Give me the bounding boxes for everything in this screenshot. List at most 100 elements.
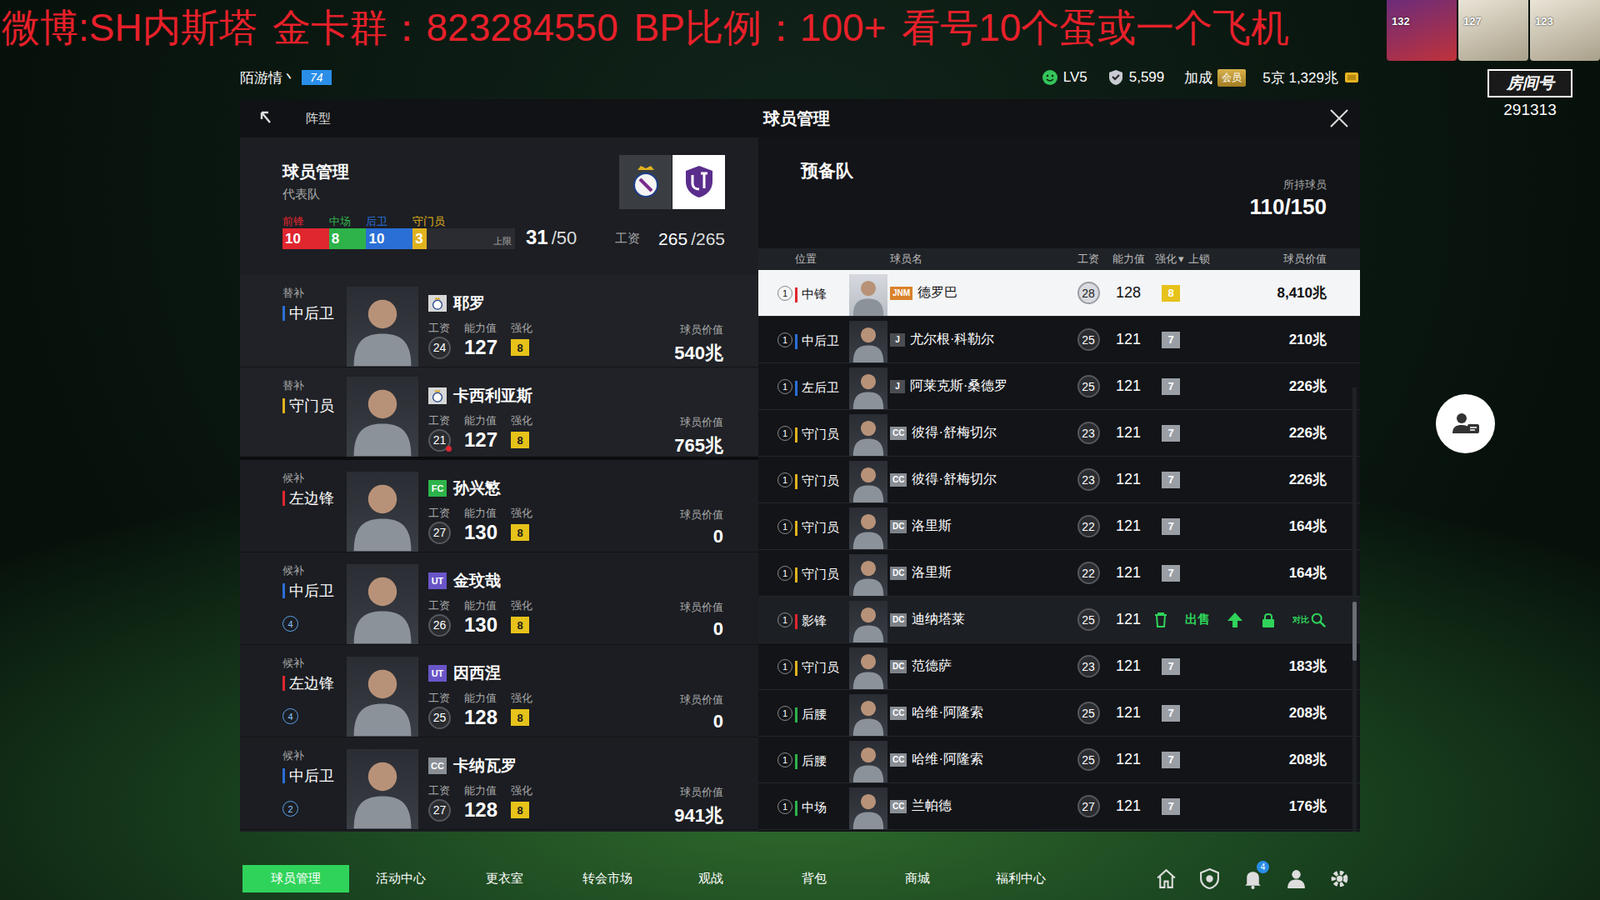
reserve-row[interactable]: 1后腰CC哈维·阿隆索251217208兆 bbox=[758, 736, 1360, 784]
bottom-nav: 球员管理活动中心更衣室转会市场观战背包商城福利中心4 bbox=[242, 865, 1351, 893]
enhance-label: 强化 bbox=[510, 320, 533, 336]
reserve-row[interactable]: 1守门员CC彼得·舒梅切尔231217226兆 bbox=[758, 456, 1360, 504]
player-value: 0 bbox=[680, 618, 724, 640]
wage: 25 bbox=[1077, 328, 1100, 351]
position: 左边锋 bbox=[289, 488, 335, 509]
player-photo bbox=[346, 656, 419, 737]
compare-label: 对比 bbox=[1292, 614, 1310, 626]
season-badge: FC bbox=[428, 480, 447, 497]
nav-tab[interactable]: 球员管理 bbox=[242, 865, 350, 893]
player-name: 卡纳瓦罗 bbox=[453, 755, 517, 777]
lock-icon[interactable] bbox=[1259, 610, 1278, 630]
role-label: 候补 bbox=[282, 564, 347, 578]
nav-tab[interactable]: 商城 bbox=[865, 865, 970, 893]
season-badge: CC bbox=[428, 757, 447, 775]
scrollbar[interactable] bbox=[1352, 387, 1357, 832]
nav-tab[interactable]: 转会市场 bbox=[555, 865, 660, 893]
team-shield-icon bbox=[682, 163, 716, 200]
reserve-row[interactable]: 1守门员DC洛里斯221217164兆 bbox=[758, 550, 1360, 597]
player-value: 164兆 bbox=[1191, 516, 1327, 536]
back-arrow-icon[interactable] bbox=[256, 109, 275, 128]
nav-tab[interactable]: 福利中心 bbox=[969, 865, 1073, 893]
vip-badge: 会员 bbox=[1217, 69, 1246, 87]
season-badge: CC bbox=[890, 426, 907, 440]
friends-chat-button[interactable] bbox=[1435, 394, 1495, 454]
shield-icon[interactable] bbox=[1198, 867, 1221, 890]
player-value: 226兆 bbox=[1191, 423, 1327, 443]
row-index: 1 bbox=[777, 519, 793, 535]
position-segment: 后卫10 bbox=[365, 215, 413, 250]
player-photo bbox=[849, 787, 888, 830]
wage: 27 bbox=[1077, 795, 1100, 818]
reserve-row[interactable]: 1守门员CC彼得·舒梅切尔231217226兆 bbox=[758, 410, 1360, 457]
reserve-row[interactable]: 1守门员DC洛里斯221217164兆 bbox=[758, 503, 1360, 550]
nav-tab[interactable]: 观战 bbox=[659, 865, 763, 893]
player-photo bbox=[346, 286, 419, 367]
position-segment: 中场8 bbox=[329, 215, 367, 250]
trash-icon[interactable] bbox=[1151, 610, 1170, 630]
position: 左边锋 bbox=[289, 673, 335, 694]
reserve-row[interactable]: 1中后卫J尤尔根·科勒尔251217210兆 bbox=[758, 316, 1360, 364]
formation-tab[interactable]: 阵型 bbox=[240, 109, 759, 128]
lineup-card[interactable]: 候补中后卫2CC卡纳瓦罗工资能力值强化271288球员价值941兆 bbox=[240, 737, 759, 830]
number-badge: 2 bbox=[282, 800, 299, 817]
season-badge: J bbox=[890, 333, 905, 347]
lineup-card[interactable]: 替补守门员卡西利亚斯工资能力值强化211278球员价值765兆 bbox=[240, 367, 759, 460]
segment-count: 10 bbox=[285, 230, 301, 248]
lineup-card[interactable]: 候补中后卫4UT金玟哉工资能力值强化261308球员价值0 bbox=[240, 552, 759, 645]
position: 守门员 bbox=[801, 660, 840, 676]
rating-label: 能力值 bbox=[464, 690, 511, 706]
position-count-bar: 前锋10中场8后卫10守门员3上限 bbox=[282, 215, 515, 250]
lineup-card[interactable]: 候补左边锋4UT因西涅工资能力值强化251288球员价值0 bbox=[240, 645, 759, 738]
nav-tab[interactable]: 背包 bbox=[762, 865, 866, 893]
lineup-card[interactable]: 替补中后卫耶罗工资能力值强化241278球员价值540兆 bbox=[240, 275, 759, 368]
column-header[interactable]: 强化▾ 上锁 bbox=[1155, 251, 1210, 267]
gear-icon[interactable] bbox=[1328, 867, 1351, 890]
wage: 23 bbox=[1077, 421, 1100, 445]
number-badge: 4 bbox=[282, 615, 299, 632]
person-icon[interactable] bbox=[1285, 867, 1308, 890]
value-label: 球员价值 bbox=[674, 415, 724, 430]
sell-button[interactable]: 出售 bbox=[1185, 611, 1210, 628]
user-info[interactable]: 陌游情丶74 bbox=[240, 68, 332, 88]
player-value: 164兆 bbox=[1191, 563, 1327, 583]
position: 中锋 bbox=[801, 286, 827, 303]
rating: 121 bbox=[1106, 657, 1150, 675]
column-header[interactable]: 球员价值 bbox=[1283, 251, 1327, 267]
column-header[interactable]: 球员名 bbox=[890, 251, 1070, 267]
player-value: 8,410兆 bbox=[1191, 283, 1327, 303]
nav-tab[interactable]: 更衣室 bbox=[452, 865, 556, 893]
nav-tab[interactable]: 活动中心 bbox=[349, 865, 453, 893]
compare-button[interactable]: 对比 bbox=[1292, 611, 1327, 629]
column-header[interactable]: 能力值 bbox=[1106, 251, 1150, 267]
rating: 121 bbox=[1106, 564, 1150, 582]
shield-icon bbox=[1107, 69, 1125, 86]
reserve-row[interactable]: 1守门员DC范德萨231217183兆 bbox=[758, 643, 1360, 690]
role-label: 替补 bbox=[282, 286, 347, 300]
enhance-level: 7 bbox=[1161, 705, 1180, 722]
column-header[interactable]: 工资 bbox=[1070, 251, 1107, 267]
role-label: 候补 bbox=[282, 656, 347, 670]
player-card-thumb: 132 bbox=[1386, 0, 1457, 61]
player-value: 226兆 bbox=[1191, 470, 1327, 490]
user-level: 74 bbox=[301, 70, 332, 85]
reserve-row[interactable]: 1中场CC兰帕德271217176兆 bbox=[758, 783, 1360, 830]
reserve-row[interactable]: 1后腰CC哈维·阿隆索251217208兆 bbox=[758, 690, 1360, 737]
lineup-card[interactable]: 候补左边锋FC孙兴慜工资能力值强化271308球员价值0 bbox=[240, 460, 759, 553]
column-header[interactable]: 位置 bbox=[795, 251, 847, 267]
segment-label: 守门员 bbox=[412, 215, 427, 229]
player-photo bbox=[849, 554, 888, 596]
rating: 128 bbox=[464, 705, 511, 730]
enhance-level: 8 bbox=[510, 709, 530, 726]
team-summary: 球员管理代表队前锋10中场8后卫10守门员3上限31/50工资265/265 bbox=[240, 137, 759, 275]
reserve-row[interactable]: 1中锋JNM德罗巴2812888,410兆 bbox=[758, 270, 1360, 317]
scrollbar-thumb[interactable] bbox=[1352, 601, 1357, 661]
home-icon[interactable] bbox=[1155, 867, 1178, 890]
reserve-row[interactable]: 1左后卫J阿莱克斯·桑德罗251217226兆 bbox=[758, 363, 1360, 410]
reserve-row[interactable]: 1影锋DC迪纳塔莱25121出售对比 bbox=[758, 596, 1360, 644]
enhance-level: 7 bbox=[1161, 751, 1180, 769]
team-title: 球员管理 bbox=[282, 160, 350, 184]
close-icon[interactable] bbox=[1328, 107, 1350, 130]
upgrade-arrow-icon[interactable] bbox=[1225, 610, 1245, 630]
wage-label: 工资 bbox=[615, 230, 640, 250]
